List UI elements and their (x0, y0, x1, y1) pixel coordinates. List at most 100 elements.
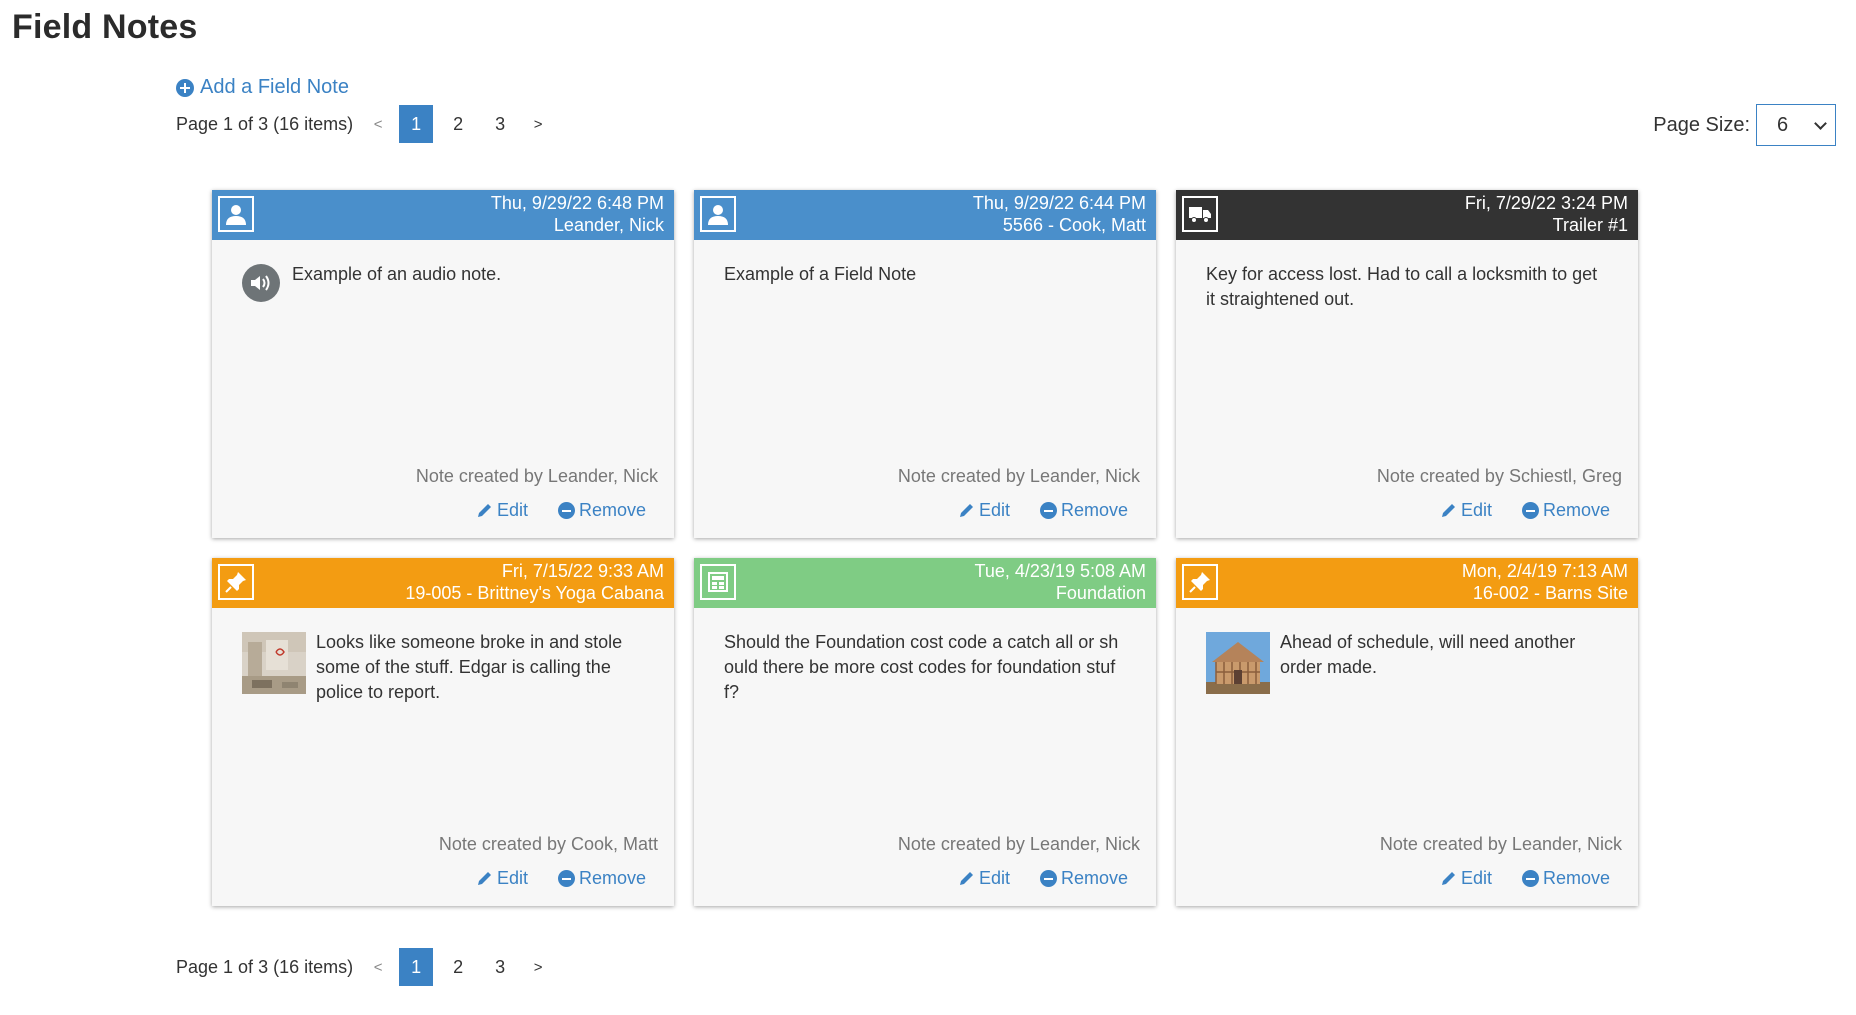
chevron-down-icon (1814, 116, 1827, 130)
remove-button[interactable]: Remove (557, 868, 646, 889)
pager-next-button[interactable]: > (527, 116, 549, 133)
minus-circle-icon (1521, 502, 1539, 519)
remove-button[interactable]: Remove (1521, 500, 1610, 521)
remove-label: Remove (1060, 500, 1128, 520)
edit-button[interactable]: Edit (1440, 868, 1492, 889)
page-size-value: 6 (1777, 113, 1789, 136)
card-created-by: Note created by Schiestl, Greg (1376, 466, 1622, 486)
card-body: Example of an audio note. (212, 240, 674, 458)
card-note-text: Should the Foundation cost code a catch … (724, 632, 1119, 702)
pager-bottom: Page 1 of 3 (16 items) < 1 2 3 > (176, 948, 549, 986)
field-note-card: Thu, 9/29/22 6:48 PM Leander, Nick Examp… (212, 190, 674, 538)
card-date: Fri, 7/29/22 3:24 PM (1464, 193, 1628, 213)
minus-circle-icon (557, 870, 575, 887)
pager-page-1[interactable]: 1 (399, 105, 434, 143)
pencil-icon (1441, 504, 1455, 517)
card-footer: Note created by Cook, Matt Edit Remove (212, 826, 674, 906)
field-notes-grid: Thu, 9/29/22 6:48 PM Leander, Nick Examp… (212, 190, 1638, 906)
pager-page-2[interactable]: 2 (441, 948, 475, 986)
edit-label: Edit (496, 868, 528, 888)
card-date: Thu, 9/29/22 6:48 PM (490, 193, 664, 213)
card-created-by: Note created by Leander, Nick (415, 466, 658, 486)
remove-button[interactable]: Remove (1521, 868, 1610, 889)
card-created-by: Note created by Leander, Nick (897, 834, 1140, 854)
remove-label: Remove (578, 868, 646, 888)
pager-page-3[interactable]: 3 (483, 948, 517, 986)
edit-button[interactable]: Edit (958, 868, 1010, 889)
pencil-icon (477, 504, 491, 517)
edit-button[interactable]: Edit (476, 500, 528, 521)
edit-button[interactable]: Edit (1440, 500, 1492, 521)
field-note-card: Tue, 4/23/19 5:08 AM Foundation Should t… (694, 558, 1156, 906)
pager-info: Page 1 of 3 (16 items) (176, 956, 354, 977)
page-size-control: Page Size: 6 (1653, 104, 1836, 146)
card-footer: Note created by Leander, Nick Edit Remov… (212, 458, 674, 538)
vandalized-room-thumbnail[interactable] (242, 632, 306, 694)
edit-button[interactable]: Edit (958, 500, 1010, 521)
pager-page-1[interactable]: 1 (399, 948, 434, 986)
card-created-by: Note created by Cook, Matt (438, 834, 658, 854)
pager-page-3[interactable]: 3 (483, 105, 517, 143)
card-note-text: Example of an audio note. (292, 264, 502, 284)
card-date: Fri, 7/15/22 9:33 AM (501, 561, 664, 581)
pager-prev-button[interactable]: < (367, 959, 389, 976)
card-header: Mon, 2/4/19 7:13 AM 16-002 - Barns Site (1176, 558, 1638, 608)
house-frame-thumbnail[interactable] (1206, 632, 1270, 694)
card-created-by: Note created by Leander, Nick (897, 466, 1140, 486)
pager-next-button[interactable]: > (527, 959, 549, 976)
cost-code-icon (700, 564, 736, 600)
minus-circle-icon (557, 502, 575, 519)
card-header: Fri, 7/29/22 3:24 PM Trailer #1 (1176, 190, 1638, 240)
card-footer: Note created by Leander, Nick Edit Remov… (694, 826, 1156, 906)
pager-page-2[interactable]: 2 (441, 105, 475, 143)
pager-top: Page 1 of 3 (16 items) < 1 2 3 > (176, 105, 549, 143)
card-body: Example of a Field Note (694, 240, 1156, 458)
card-body: Should the Foundation cost code a catch … (694, 608, 1156, 826)
edit-button[interactable]: Edit (476, 868, 528, 889)
field-note-card: Mon, 2/4/19 7:13 AM 16-002 - Barns Site … (1176, 558, 1638, 906)
card-actions: Edit Remove (958, 868, 1128, 889)
card-footer: Note created by Leander, Nick Edit Remov… (1176, 826, 1638, 906)
card-header: Thu, 9/29/22 6:44 PM 5566 - Cook, Matt (694, 190, 1156, 240)
card-subtitle: Foundation (1055, 583, 1146, 603)
minus-circle-icon (1039, 870, 1057, 887)
page-title: Field Notes (12, 8, 198, 46)
add-field-note-link[interactable]: Add a Field Note (176, 76, 349, 99)
pushpin-icon (218, 564, 254, 600)
card-header: Thu, 9/29/22 6:48 PM Leander, Nick (212, 190, 674, 240)
card-header: Tue, 4/23/19 5:08 AM Foundation (694, 558, 1156, 608)
remove-button[interactable]: Remove (1039, 868, 1128, 889)
card-note-text: Looks like someone broke in and stole so… (316, 632, 623, 702)
remove-button[interactable]: Remove (1039, 500, 1128, 521)
remove-button[interactable]: Remove (557, 500, 646, 521)
audio-icon[interactable] (242, 264, 280, 302)
page-size-select[interactable]: 6 (1756, 104, 1836, 146)
truck-icon (1182, 196, 1218, 232)
pager-prev-button[interactable]: < (367, 116, 389, 133)
user-icon (218, 196, 254, 232)
pushpin-icon (1182, 564, 1218, 600)
card-note-text: Key for access lost. Had to call a locks… (1206, 264, 1598, 309)
card-body: Looks like someone broke in and stole so… (212, 608, 674, 826)
card-body: Ahead of schedule, will need another ord… (1176, 608, 1638, 826)
card-note-text: Example of a Field Note (724, 264, 917, 284)
card-actions: Edit Remove (1440, 868, 1610, 889)
remove-label: Remove (1542, 500, 1610, 520)
card-header: Fri, 7/15/22 9:33 AM 19-005 - Brittney's… (212, 558, 674, 608)
card-subtitle: Trailer #1 (1552, 215, 1628, 235)
card-date: Mon, 2/4/19 7:13 AM (1461, 561, 1628, 581)
pager-info: Page 1 of 3 (16 items) (176, 113, 354, 134)
remove-label: Remove (1060, 868, 1128, 888)
user-icon (700, 196, 736, 232)
card-note-text: Ahead of schedule, will need another ord… (1280, 632, 1576, 677)
card-actions: Edit Remove (958, 500, 1128, 521)
edit-label: Edit (496, 500, 528, 520)
remove-label: Remove (1542, 868, 1610, 888)
card-subtitle: 5566 - Cook, Matt (1002, 215, 1146, 235)
pencil-icon (1441, 872, 1455, 885)
card-subtitle: 16-002 - Barns Site (1472, 583, 1628, 603)
field-note-card: Thu, 9/29/22 6:44 PM 5566 - Cook, Matt E… (694, 190, 1156, 538)
remove-label: Remove (578, 500, 646, 520)
pencil-icon (477, 872, 491, 885)
card-date: Tue, 4/23/19 5:08 AM (974, 561, 1146, 581)
